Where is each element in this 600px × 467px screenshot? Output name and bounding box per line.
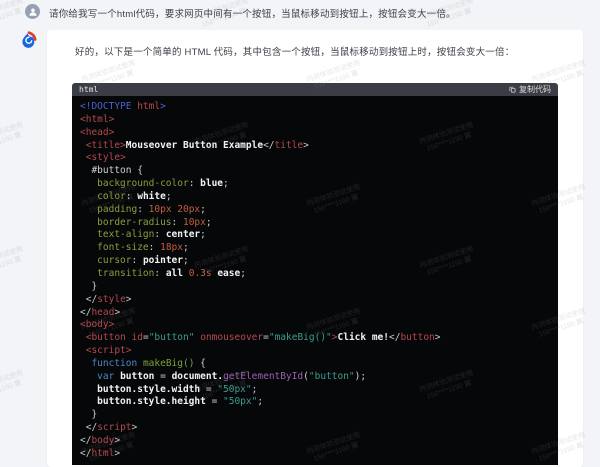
- code-line: </html>: [80, 447, 121, 459]
- code-line: padding: 10px 20px;: [97, 203, 206, 215]
- code-line: text-align: center;: [97, 229, 206, 241]
- code-line: }: [80, 280, 98, 292]
- user-avatar: [25, 4, 40, 19]
- watermark-text: 内测体验测试使用 156****1190 翼: [0, 245, 25, 277]
- code-line: button.style.width = "50px";: [97, 383, 258, 395]
- code-line: </script>: [85, 422, 138, 434]
- assistant-avatar: [20, 31, 37, 48]
- person-icon: [28, 7, 38, 17]
- spark-flame-icon: [20, 31, 37, 48]
- code-line: font-size: 18px;: [97, 242, 189, 254]
- code-line: </head>: [80, 306, 121, 318]
- code-line: <script>: [85, 345, 132, 357]
- watermark-text: 内测体验测试使用 156****1190 翼: [0, 369, 25, 401]
- copy-code-label: 复制代码: [519, 85, 551, 94]
- code-block: html 复制代码 <!DOCTYPE html> <html> <head> <t…: [72, 83, 558, 465]
- code-line: color: white;: [97, 190, 172, 202]
- code-lines: <!DOCTYPE html> <html> <head> <title>Mouse…: [80, 101, 558, 461]
- code-line: button.style.height = "50px";: [97, 396, 264, 408]
- code-line: <button id="button" onmouseover="makeBig…: [85, 332, 441, 344]
- code-line: background-color: blue;: [97, 178, 229, 190]
- code-line: }: [80, 409, 98, 421]
- code-line: function makeBig() {: [91, 357, 206, 369]
- copy-icon: [509, 86, 516, 93]
- code-line: <html>: [80, 113, 115, 125]
- chat-page: { "user_message": { "text": "请你给我写一个html…: [0, 0, 600, 467]
- code-line: #button {: [80, 165, 143, 177]
- code-language-label: html: [79, 85, 99, 94]
- code-header: html 复制代码: [72, 83, 558, 96]
- code-line: </body>: [80, 434, 121, 446]
- copy-code-button[interactable]: 复制代码: [509, 84, 551, 95]
- assistant-intro-text: 好的，以下是一个简单的 HTML 代码，其中包含一个按钮，当鼠标移动到按钮上时，…: [75, 47, 515, 58]
- watermark-text: 内测体验测试使用 156****1190 翼: [0, 121, 25, 153]
- assistant-message-card: 好的，以下是一个简单的 HTML 代码，其中包含一个按钮，当鼠标移动到按钮上时，…: [47, 30, 583, 467]
- code-line: transition: all 0.3s ease;: [97, 267, 246, 279]
- watermark-text: 内测体验测试使用 156****1190 翼: [0, 0, 25, 29]
- code-line: cursor: pointer;: [97, 255, 189, 267]
- code-line: var button = document.getElementById("bu…: [97, 370, 367, 382]
- user-message-text: 请你给我写一个html代码，要求网页中间有一个按钮，当鼠标移动到按钮上，按钮会变…: [49, 9, 456, 20]
- code-line: <!DOCTYPE html>: [80, 101, 166, 112]
- code-line: <style>: [85, 152, 126, 164]
- code-line: </style>: [85, 293, 132, 305]
- code-line: <title>Mouseover Button Example</title>: [85, 139, 309, 151]
- code-line: border-radius: 10px;: [97, 216, 212, 228]
- code-line: <body>: [80, 319, 115, 331]
- code-body: <!DOCTYPE html> <html> <head> <title>Mouse…: [72, 96, 558, 465]
- code-line: <head>: [80, 126, 115, 138]
